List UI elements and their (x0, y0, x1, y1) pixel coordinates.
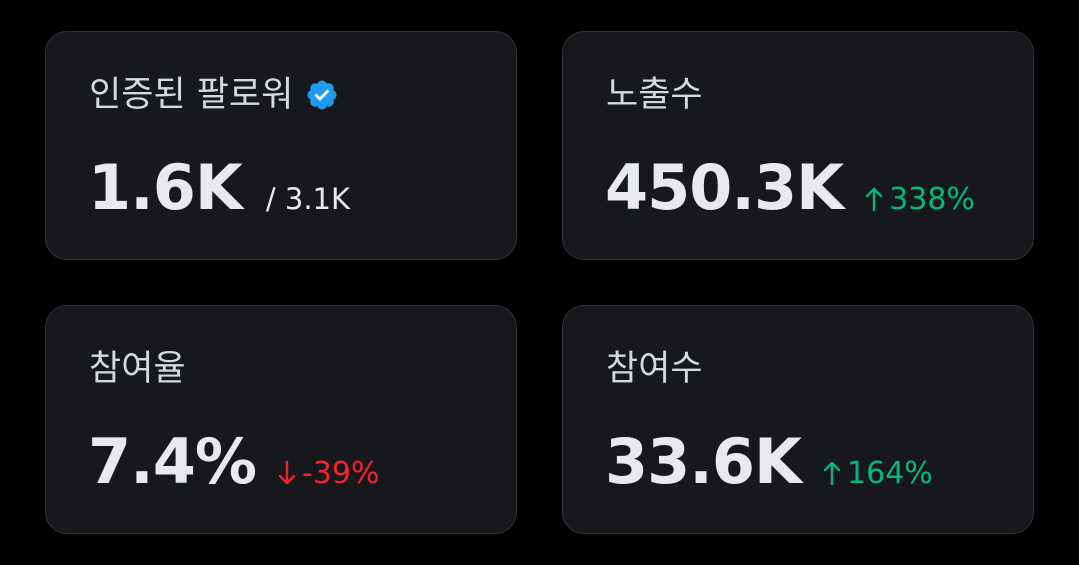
stat-label: 노출수 (606, 75, 703, 115)
stat-label-row: 인증된 팔로워 (89, 72, 339, 118)
stat-label-row: 참여수 (606, 346, 703, 392)
stat-value: 1.6K (88, 151, 243, 224)
stat-delta: -39% (278, 454, 380, 494)
stat-value: 450.3K (605, 151, 844, 224)
stat-delta-value: 338% (889, 182, 975, 217)
stat-card-impressions[interactable]: 노출수 450.3K 338% (562, 31, 1034, 260)
stat-total: / 3.1K (265, 182, 351, 216)
arrow-down-icon (278, 457, 296, 485)
stat-value-row: 33.6K 164% (605, 424, 933, 500)
stat-value-row: 7.4% -39% (88, 424, 379, 500)
stat-delta: 338% (865, 180, 975, 220)
stat-value: 33.6K (605, 425, 802, 498)
stat-label: 인증된 팔로워 (89, 75, 294, 115)
stat-label: 참여수 (606, 349, 703, 389)
stat-card-engagements[interactable]: 참여수 33.6K 164% (562, 305, 1034, 534)
stat-value-row: 1.6K / 3.1K (88, 150, 350, 226)
stat-delta-value: 164% (847, 456, 933, 491)
stat-delta-value: -39% (301, 456, 380, 491)
stat-value-row: 450.3K 338% (605, 150, 975, 226)
verified-badge-icon (305, 78, 339, 112)
stat-value: 7.4% (88, 425, 257, 498)
stat-delta: 164% (823, 454, 933, 494)
stat-card-engagement-rate[interactable]: 참여율 7.4% -39% (45, 305, 517, 534)
arrow-up-icon (823, 457, 841, 486)
stat-label-row: 노출수 (606, 72, 703, 118)
arrow-up-icon (865, 183, 883, 212)
stat-card-verified-followers[interactable]: 인증된 팔로워 1.6K / 3.1K (45, 31, 517, 260)
stat-label: 참여율 (89, 349, 186, 389)
stat-label-row: 참여율 (89, 346, 186, 392)
